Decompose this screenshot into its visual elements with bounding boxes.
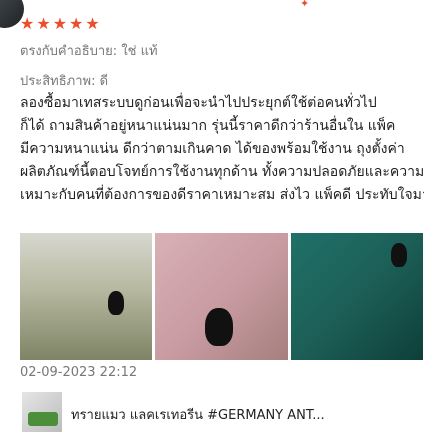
review-line-2: ก็ได้ ถามสินค้าอยู่หนาแน่นมาก รุ่นนี้ราค… — [20, 118, 396, 134]
review-line-4: ผลิตภัณฑ์นี้ตอบโจทย์การใช้งานทุกด้าน ทั้… — [20, 164, 424, 180]
review-photo-3[interactable] — [290, 233, 423, 360]
rating-stars: ★★★★★ — [20, 14, 102, 33]
cat-icon — [205, 308, 234, 346]
header-right-text: ✦ — [300, 0, 313, 10]
product-thumbnail[interactable] — [22, 392, 62, 432]
review-date: 02-09-2023 22:12 — [20, 365, 138, 380]
cat-icon — [390, 243, 407, 267]
product-name[interactable]: ทรายแมว แลคเรเทอรีน #GERMANY ANT... — [71, 404, 421, 425]
cart-icon: ✦ — [300, 0, 310, 10]
review-line-3: มีความหนาแน่น ดีกว่าตามเกินคาด ได้ของพร้… — [20, 141, 405, 157]
meta-line-match: ตรงกับคำอธิบาย: ใช่ แท้ — [20, 44, 158, 59]
cat-icon — [108, 291, 124, 315]
review-line-1: ลองซื้อมาเทสระบบดูก่อนเพื่อจะนำไปประยุกต… — [20, 95, 377, 111]
meta-line-performance: ประสิทธิภาพ: ดี — [20, 74, 109, 89]
review-photos — [20, 233, 423, 360]
review-photo-2[interactable] — [155, 233, 288, 360]
review-photo-1[interactable] — [20, 233, 153, 360]
review-line-5: เหมาะกับคนที่ต้องการของดีราคาเหมาะสม ส่ง… — [20, 187, 424, 203]
